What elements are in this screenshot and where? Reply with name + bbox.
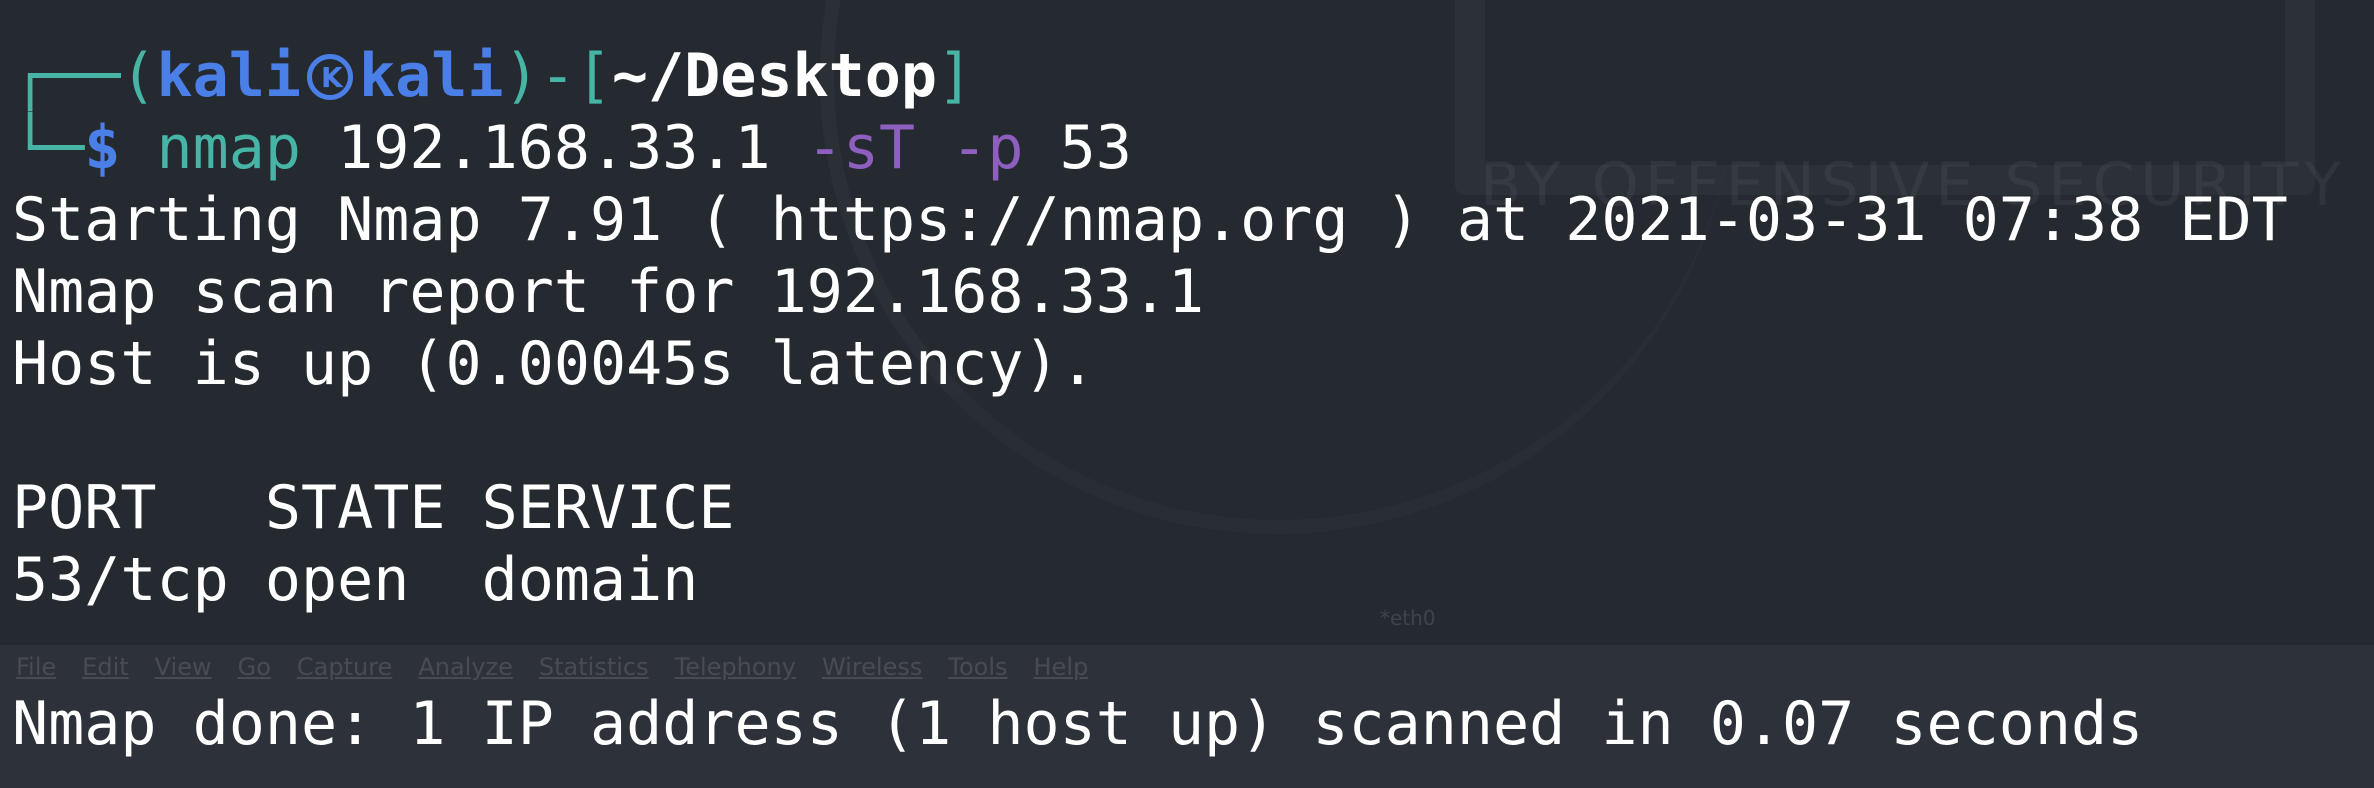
- command-port: 53: [1059, 113, 1132, 183]
- prompt-header-line: ┌──(kalikali)-[~/Desktop]: [12, 40, 973, 112]
- prompt-cwd: ~/Desktop: [611, 41, 937, 111]
- prompt-host: kali: [359, 41, 504, 111]
- output-port-table-header: PORT STATE SERVICE: [12, 473, 735, 543]
- command-flag-scan-type: -sT: [806, 113, 916, 183]
- output-port-table-row: 53/tcp open domain: [12, 545, 699, 615]
- output-scan-report-line: Nmap scan report for 192.168.33.1: [12, 257, 1205, 327]
- prompt-symbol: $: [84, 113, 121, 183]
- prompt-frame-mid: )-[: [503, 41, 612, 111]
- command-program: nmap: [156, 113, 302, 183]
- prompt-frame-open: ┌──(: [12, 41, 157, 111]
- background-window-menubar: File Edit View Go Capture Analyze Statistics Te…: [16, 653, 1089, 681]
- prompt-frame-close: ]: [936, 41, 974, 111]
- background-window-title: *eth0: [1380, 606, 1436, 630]
- command-line[interactable]: └─$ nmap 192.168.33.1 -sT -p 53: [12, 112, 1132, 184]
- prompt-user: kali: [156, 41, 302, 111]
- kali-skull-icon: [307, 54, 353, 100]
- command-flag-port: -p: [951, 113, 1024, 183]
- prompt-frame-corner: └─: [12, 113, 85, 183]
- command-target: 192.168.33.1: [337, 113, 771, 183]
- output-done-line: Nmap done: 1 IP address (1 host up) scan…: [12, 689, 2144, 759]
- output-starting-line: Starting Nmap 7.91 ( https://nmap.org ) …: [12, 185, 2288, 255]
- output-host-up-line: Host is up (0.00045s latency).: [12, 329, 1096, 399]
- terminal-window[interactable]: BY OFFENSIVE SECURITY *eth0 File Edit View…: [0, 0, 2374, 788]
